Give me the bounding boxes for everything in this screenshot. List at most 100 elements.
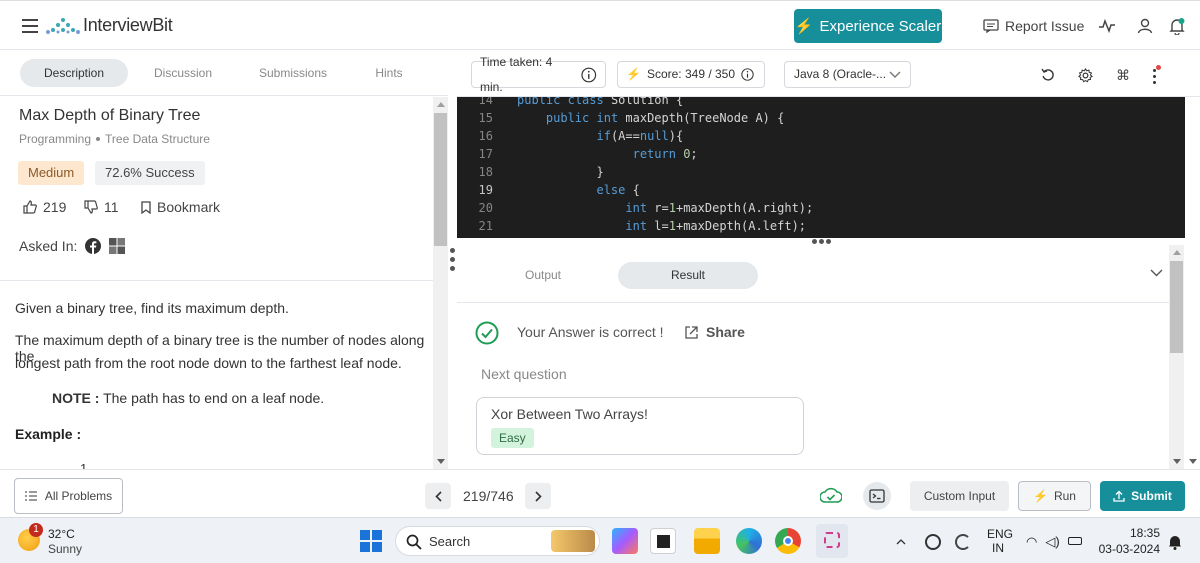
topic-tag[interactable]: Tree Data Structure xyxy=(105,132,210,146)
panel-resize-handle[interactable] xyxy=(450,248,456,272)
result-tabs: Output Result xyxy=(457,245,1169,303)
logo[interactable]: InterviewBit xyxy=(46,15,173,36)
chevron-down-icon[interactable] xyxy=(1150,269,1163,277)
language-top: ENG xyxy=(987,527,1014,541)
code-line[interactable]: if(A==null){ xyxy=(517,127,683,145)
next-question-card[interactable]: Xor Between Two Arrays! Easy xyxy=(476,397,804,455)
category-tag[interactable]: Programming xyxy=(19,132,91,146)
scroll-up-arrow[interactable] xyxy=(1173,250,1181,255)
command-icon[interactable]: ⌘ xyxy=(1113,65,1133,85)
weather-temperature[interactable]: 32°C xyxy=(48,527,75,541)
volume-icon: ◁) xyxy=(1045,534,1060,549)
tab-result[interactable]: Result xyxy=(618,262,758,289)
activity-icon[interactable] xyxy=(1097,16,1117,36)
file-explorer-icon[interactable] xyxy=(694,528,720,554)
menu-icon[interactable] xyxy=(22,19,38,37)
scroll-down-arrow[interactable] xyxy=(1173,459,1181,464)
like-button[interactable]: 219 xyxy=(23,199,66,215)
line-number: 18 xyxy=(478,165,493,179)
lightning-outline-icon: ⚡ xyxy=(626,67,641,81)
copilot-icon[interactable] xyxy=(612,528,638,554)
note-text: The path has to end on a leaf node. xyxy=(99,390,325,406)
notification-bell-icon[interactable] xyxy=(1167,16,1187,36)
submit-button[interactable]: Submit xyxy=(1100,481,1185,511)
windows-start-icon[interactable] xyxy=(360,530,382,552)
info-icon[interactable] xyxy=(581,67,597,83)
experience-scaler-label: Experience Scaler xyxy=(819,17,942,35)
asked-in-label: Asked In: xyxy=(19,238,78,254)
code-line[interactable]: int r=1+maxDepth(A.right); xyxy=(517,199,813,217)
example-heading: Example : xyxy=(15,426,82,442)
snipping-tool-icon[interactable] xyxy=(816,524,848,558)
problem-title: Max Depth of Binary Tree xyxy=(19,107,201,124)
custom-input-button[interactable]: Custom Input xyxy=(910,481,1009,511)
notifications-bell-icon[interactable] xyxy=(1168,534,1182,550)
code-line[interactable]: public class Solution { xyxy=(517,97,683,109)
scroll-up-arrow[interactable] xyxy=(437,102,445,107)
tab-description[interactable]: Description xyxy=(20,59,128,87)
language-indicator[interactable]: ENG IN xyxy=(987,527,1014,555)
taskbar-search[interactable]: Search xyxy=(395,526,600,556)
microsoft-icon[interactable] xyxy=(109,238,126,254)
facebook-icon[interactable] xyxy=(85,238,102,254)
more-options-icon[interactable] xyxy=(1151,65,1161,85)
left-scroll-thumb[interactable] xyxy=(434,113,447,246)
chrome-browser-icon[interactable] xyxy=(775,528,801,554)
search-highlight-icon xyxy=(551,530,595,552)
clock[interactable]: 18:35 03-03-2024 xyxy=(1098,526,1160,556)
tab-output[interactable]: Output xyxy=(497,262,589,289)
report-issue-link[interactable]: Report Issue xyxy=(983,18,1084,34)
success-check-icon xyxy=(475,321,499,345)
next-problem-button[interactable] xyxy=(525,483,551,509)
all-problems-button[interactable]: All Problems xyxy=(14,478,123,514)
thumbs-up-icon xyxy=(23,200,37,214)
line-number: 15 xyxy=(478,111,493,125)
search-icon xyxy=(406,534,422,550)
share-button[interactable]: Share xyxy=(685,324,745,340)
terminal-button[interactable] xyxy=(863,482,891,510)
sync-tray-icon[interactable] xyxy=(955,534,971,550)
info-icon[interactable] xyxy=(741,68,754,81)
settings-icon[interactable] xyxy=(1075,65,1095,85)
editor-resize-handle[interactable] xyxy=(457,238,1185,245)
user-icon[interactable] xyxy=(1135,16,1155,36)
outer-scrollbar[interactable] xyxy=(1185,245,1200,469)
dislike-button[interactable]: 11 xyxy=(84,199,119,215)
chevron-right-icon xyxy=(534,490,542,502)
tab-discussion[interactable]: Discussion xyxy=(138,59,228,87)
result-scrollbar[interactable] xyxy=(1169,245,1184,469)
code-line[interactable]: public int maxDepth(TreeNode A) { xyxy=(517,109,784,127)
problem-panel: Max Depth of Binary Tree Programming Tre… xyxy=(0,97,433,469)
language-select[interactable]: Java 8 (Oracle-... xyxy=(784,61,911,88)
code-line[interactable]: int l=1+maxDepth(A.left); xyxy=(517,217,806,235)
code-line[interactable]: return 0; xyxy=(517,145,698,163)
result-scroll-thumb[interactable] xyxy=(1170,261,1183,353)
note: NOTE : The path has to end on a leaf nod… xyxy=(52,390,324,406)
line-number: 20 xyxy=(478,201,493,215)
tab-submissions[interactable]: Submissions xyxy=(246,59,340,87)
app-icon-black[interactable] xyxy=(650,528,676,554)
easy-badge: Easy xyxy=(491,428,534,448)
reset-icon[interactable] xyxy=(1038,65,1058,85)
chevron-up-icon[interactable] xyxy=(896,538,906,545)
code-line[interactable]: else { xyxy=(517,181,639,199)
scroll-down-arrow[interactable] xyxy=(1189,459,1197,464)
thumbs-down-icon xyxy=(84,200,98,214)
note-label: NOTE : xyxy=(52,390,100,406)
line-number: 17 xyxy=(478,147,493,161)
share-icon xyxy=(685,325,698,339)
weather-condition[interactable]: Sunny xyxy=(48,542,82,556)
system-tray-icons[interactable]: ◠ ◁) xyxy=(1026,534,1082,550)
code-editor[interactable]: 14 public class Solution {15 public int m… xyxy=(457,97,1185,238)
scroll-down-arrow[interactable] xyxy=(437,459,445,464)
tab-hints[interactable]: Hints xyxy=(360,59,418,87)
edge-browser-icon[interactable] xyxy=(736,528,762,554)
code-line[interactable]: } xyxy=(517,163,603,181)
previous-problem-button[interactable] xyxy=(425,483,451,509)
bookmark-button[interactable]: Bookmark xyxy=(141,199,220,215)
next-question-label: Next question xyxy=(481,366,567,382)
left-scrollbar[interactable] xyxy=(433,97,448,469)
security-tray-icon[interactable] xyxy=(925,534,941,550)
experience-scaler-button[interactable]: ⚡ Experience Scaler xyxy=(794,9,942,43)
run-button[interactable]: ⚡ Run xyxy=(1018,481,1091,511)
